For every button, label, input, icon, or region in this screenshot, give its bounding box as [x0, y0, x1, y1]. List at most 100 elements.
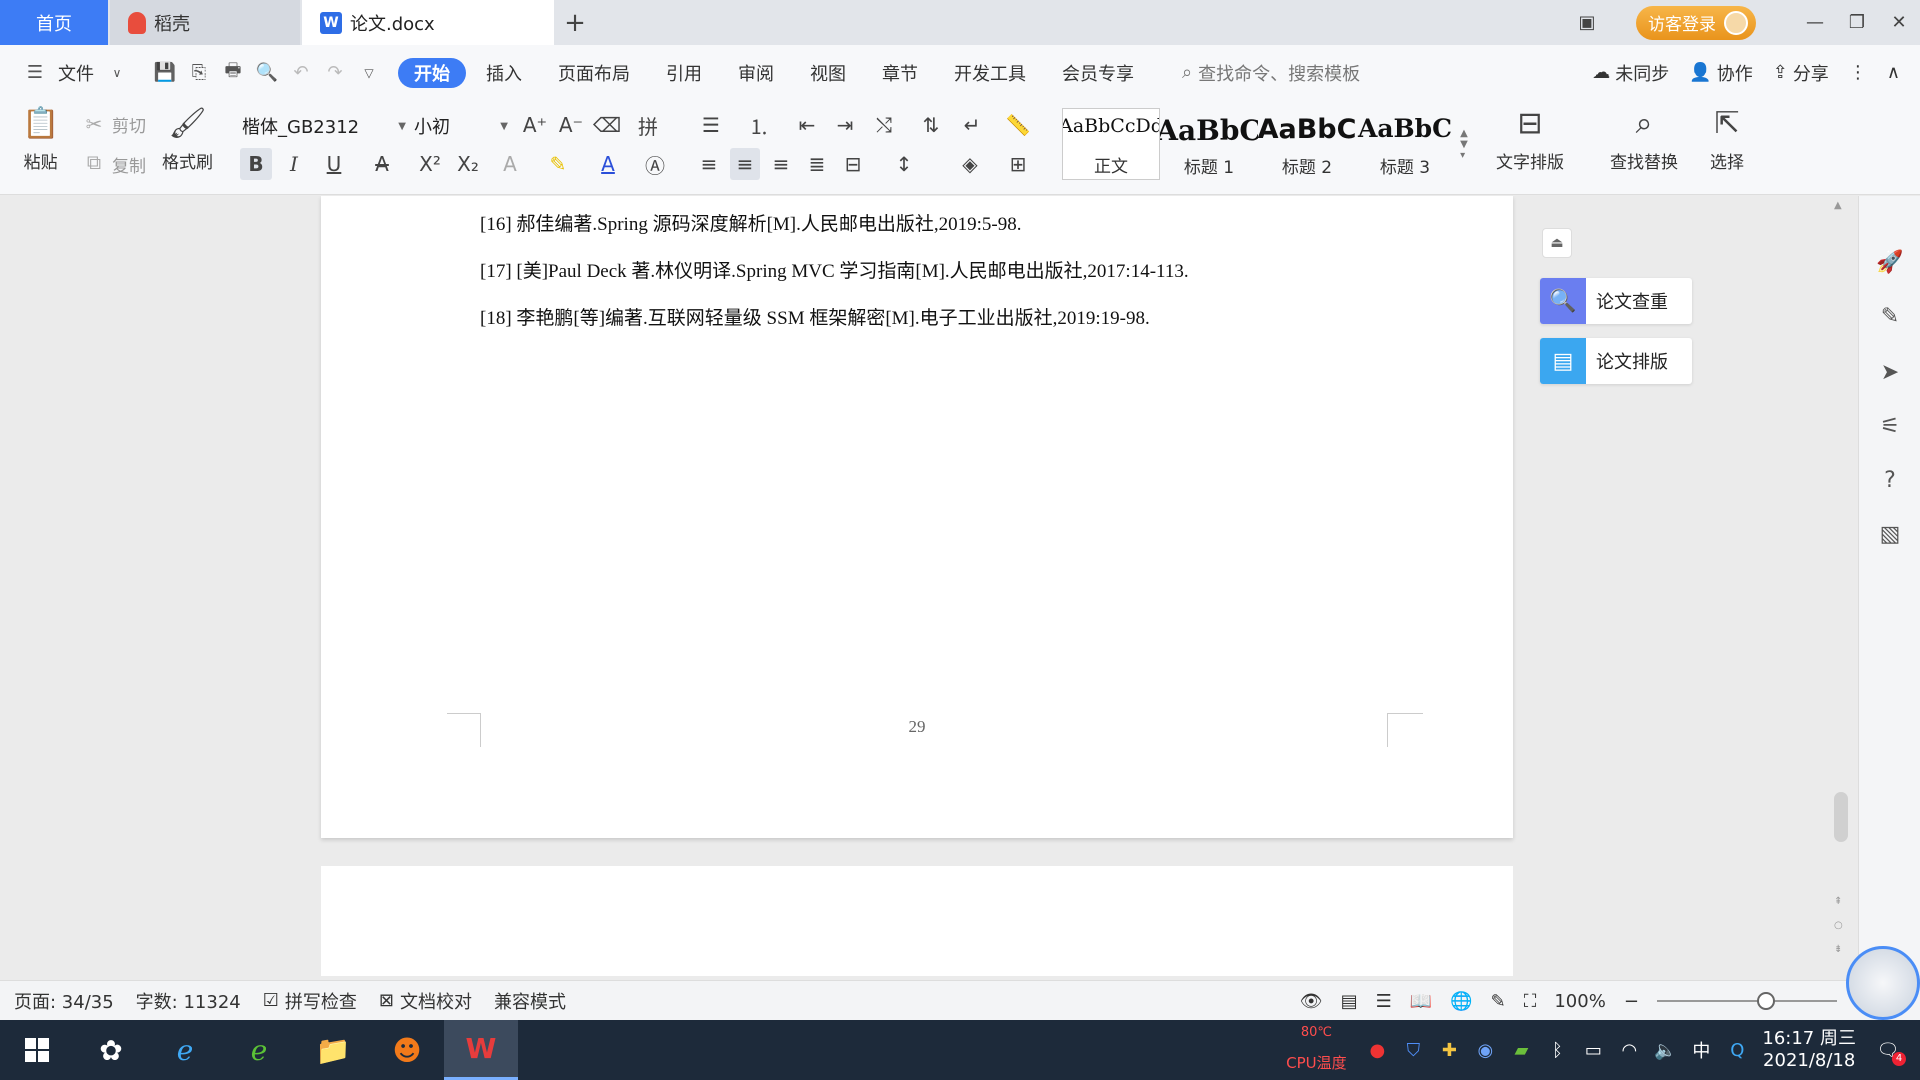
font-name-select[interactable]: 楷体_GB2312 ▼ [236, 111, 408, 141]
italic-button[interactable]: I [278, 148, 310, 180]
font-color-button[interactable]: A [588, 148, 628, 180]
nvidia-icon[interactable]: ▰ [1510, 1040, 1532, 1061]
bullet-list-icon[interactable]: ☰ [694, 110, 728, 140]
show-marks-icon[interactable]: ↵ [954, 110, 990, 140]
write-view-icon[interactable]: ✎ [1491, 991, 1506, 1012]
align-center-icon[interactable]: ≡ [730, 148, 760, 180]
adjust-icon[interactable]: ⚟ [1876, 414, 1904, 439]
zoom-slider-knob[interactable] [1756, 992, 1775, 1010]
distributed-align-icon[interactable]: ⊟ [838, 148, 868, 180]
tab-insert[interactable]: 插入 [470, 58, 538, 88]
share-button[interactable]: ⇪ 分享 [1773, 60, 1829, 86]
restore-icon[interactable]: ❐ [1836, 12, 1878, 33]
style-gallery-scroll[interactable]: ▲ ▼ ▾ [1456, 108, 1472, 180]
plus-app-icon[interactable]: ✚ [1438, 1040, 1460, 1061]
tab-home[interactable]: 首页 [0, 0, 108, 45]
paper-check-button[interactable]: 🔍 论文查重 [1540, 278, 1692, 324]
bluetooth-icon[interactable]: ᛒ [1546, 1040, 1568, 1061]
shading-icon[interactable]: ◈ [950, 148, 990, 180]
file-explorer-icon[interactable]: 📁 [296, 1020, 370, 1080]
output-icon[interactable]: ⎘ [184, 62, 214, 83]
sync-button[interactable]: ☁ 未同步 [1592, 60, 1669, 86]
fan-app-icon[interactable]: ✿ [74, 1020, 148, 1080]
style-heading-2[interactable]: AaBbC 标题 2 [1258, 108, 1356, 180]
reference-item[interactable]: [17] [美]Paul Deck 著.林仪明译.Spring MVC 学习指南… [480, 259, 1189, 306]
clear-format-icon[interactable]: ⌫ [592, 110, 622, 140]
select-browse-icon[interactable]: ○ [1834, 920, 1843, 931]
tab-page-layout[interactable]: 页面布局 [542, 58, 646, 88]
document-page[interactable]: [16] 郝佳编著.Spring 源码深度解析[M].人民邮电出版社,2019:… [321, 196, 1513, 838]
word-count[interactable]: 字数: 11324 [136, 988, 241, 1014]
scrollbar-thumb[interactable] [1834, 792, 1848, 842]
increase-indent-icon[interactable]: ⇥ [830, 110, 860, 140]
visitor-login-button[interactable]: 访客登录 [1636, 5, 1756, 40]
tab-chapter[interactable]: 章节 [866, 58, 934, 88]
minimize-icon[interactable]: — [1794, 12, 1836, 33]
font-size-select[interactable]: 小初 ▼ [412, 111, 510, 141]
undo-icon[interactable]: ↶ [286, 62, 316, 83]
next-page-icon[interactable]: ⇟ [1834, 944, 1842, 955]
tab-document[interactable]: W 论文.docx [302, 0, 554, 45]
shield-icon[interactable]: ⛉ [1402, 1040, 1424, 1061]
lips-app-icon[interactable]: ● [1366, 1040, 1388, 1061]
game-app-icon[interactable]: ☻ [370, 1020, 444, 1080]
ie-browser-icon[interactable]: ℯ [148, 1020, 222, 1080]
hamburger-menu-icon[interactable]: ☰ [20, 62, 50, 83]
text-layout-button[interactable]: ⊟ 文字排版 [1496, 106, 1564, 173]
battery-icon[interactable]: ▭ [1582, 1040, 1604, 1061]
wps-taskbar-icon[interactable]: W [444, 1020, 518, 1080]
decrease-indent-icon[interactable]: ⇤ [792, 110, 822, 140]
vertical-scrollbar[interactable]: ▲ ⇞ ○ ⇟ [1830, 196, 1854, 976]
zoom-level[interactable]: 100% [1554, 991, 1605, 1012]
360-browser-icon[interactable]: ℯ [222, 1020, 296, 1080]
paste-button[interactable]: 📋 粘贴 [22, 106, 59, 173]
spell-check-button[interactable]: ☑ 拼写检查 [263, 988, 357, 1014]
subscript-button[interactable]: X₂ [452, 148, 484, 180]
redo-icon[interactable]: ↷ [320, 62, 350, 83]
chinese-layout-icon[interactable]: ⤭ [866, 110, 902, 140]
volume-icon[interactable]: 🔈 [1654, 1040, 1676, 1061]
text-effect-button[interactable]: A [490, 148, 530, 180]
reference-item[interactable]: [18] 李艳鹏[等]编著.互联网轻量级 SSM 框架解密[M].电子工业出版社… [480, 306, 1189, 353]
pinyin-guide-icon[interactable]: 拼 [628, 110, 668, 140]
style-heading-3[interactable]: AaBbC 标题 3 [1356, 108, 1454, 180]
notification-icon[interactable]: 🗨 4 [1870, 1032, 1906, 1068]
tab-view[interactable]: 视图 [794, 58, 862, 88]
close-icon[interactable]: ✕ [1878, 12, 1920, 33]
shrink-font-icon[interactable]: A⁻ [556, 110, 586, 140]
line-spacing-icon[interactable]: ↕ [884, 148, 924, 180]
ruler-icon[interactable]: 📏 [1002, 110, 1034, 140]
outline-view-icon[interactable]: ☰ [1376, 991, 1392, 1012]
cursor-icon[interactable]: ➤ [1876, 360, 1904, 385]
scissors-icon[interactable]: ✂ [80, 110, 108, 138]
strikethrough-button[interactable]: A [362, 148, 402, 180]
print-icon[interactable]: 🖶 [218, 58, 248, 88]
image-tool-icon[interactable]: ▧ [1876, 522, 1904, 547]
copy-label[interactable]: 复制 [112, 152, 146, 177]
style-heading-1[interactable]: AaBbC 标题 1 [1160, 108, 1258, 180]
find-replace-button[interactable]: ⌕ 查找替换 [1610, 106, 1678, 173]
save-icon[interactable]: 💾 [150, 62, 180, 83]
ime-indicator[interactable]: 中 [1690, 1037, 1712, 1063]
sort-icon[interactable]: ⇅ [916, 110, 946, 140]
grow-font-icon[interactable]: A⁺ [520, 110, 550, 140]
page-indicator[interactable]: 页面: 34/35 [14, 988, 114, 1014]
select-button[interactable]: ⇱ 选择 [1710, 106, 1744, 173]
tab-start[interactable]: 开始 [398, 57, 466, 88]
prev-page-icon[interactable]: ⇞ [1834, 896, 1842, 907]
copy-icon[interactable]: ⧉ [80, 148, 108, 176]
borders-icon[interactable]: ⊞ [998, 148, 1038, 180]
zoom-slider[interactable] [1656, 992, 1837, 1010]
tab-daoke[interactable]: 稻壳 [110, 0, 300, 45]
align-left-icon[interactable]: ≡ [694, 148, 724, 180]
web-view-icon[interactable]: 🌐 [1450, 991, 1472, 1012]
eye-protect-icon[interactable]: 👁 [1300, 991, 1323, 1012]
wifi-icon[interactable]: ◠ [1618, 1040, 1640, 1061]
char-border-icon[interactable]: Ⓐ [640, 148, 670, 180]
clock[interactable]: 16:17 周三 2021/8/18 [1762, 1028, 1856, 1072]
cut-label[interactable]: 剪切 [112, 112, 146, 137]
numbered-list-icon[interactable]: ⒈ [742, 110, 776, 140]
window-layout-icon[interactable]: ▣ [1566, 12, 1608, 33]
collapse-panel-icon[interactable]: ⏏ [1542, 228, 1572, 258]
pen-icon[interactable]: ✎ [1876, 304, 1904, 329]
